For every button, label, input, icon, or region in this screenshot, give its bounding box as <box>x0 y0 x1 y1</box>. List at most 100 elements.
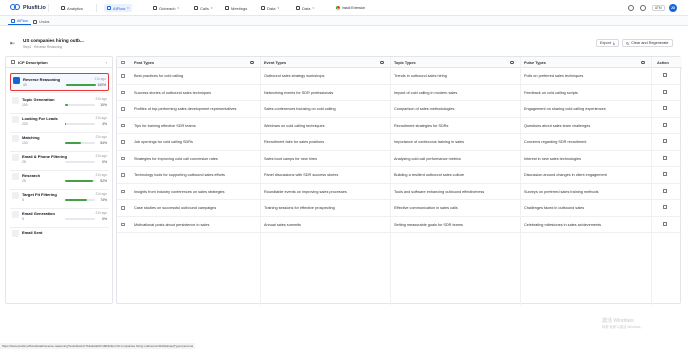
export-button[interactable]: Export ⤓ <box>596 39 619 47</box>
step-name: Email Sent <box>22 230 43 235</box>
progress-fill <box>65 180 93 182</box>
step-icon <box>12 135 19 142</box>
notification-icon[interactable] <box>628 5 634 11</box>
step-count: 220 <box>22 122 28 126</box>
nav-outreach[interactable]: Outreach ▾ <box>150 4 182 12</box>
download-icon: ⤓ <box>612 41 615 45</box>
nav-analytics[interactable]: Analytics <box>58 4 86 12</box>
step-item[interactable]: Target Fit Filtering 5 21h ago 74% <box>10 189 109 207</box>
table-cell: Profiles of top-performing sales develop… <box>134 107 237 111</box>
avatar[interactable]: JO <box>669 4 677 12</box>
row-action-icon[interactable] <box>663 89 667 94</box>
step-item[interactable]: Topic Generation 100 21h ago 10% <box>10 94 109 112</box>
row-action-icon[interactable] <box>663 122 667 127</box>
tab-undos[interactable]: Undos <box>30 18 52 25</box>
step-percent: 54% <box>100 141 107 145</box>
table-row[interactable]: Motivational posts about persistence in … <box>117 217 682 233</box>
step-item[interactable]: Email Sent <box>10 227 109 245</box>
nav-data[interactable]: Data ▾ <box>258 4 282 12</box>
document-icon <box>11 60 15 64</box>
row-checkbox[interactable] <box>121 107 125 111</box>
row-action-icon[interactable] <box>663 188 667 193</box>
back-arrow-icon[interactable]: ⇤ <box>10 40 15 47</box>
step-name: Matching <box>22 135 40 140</box>
table-row[interactable]: Success stories of outbound sales techni… <box>117 85 682 101</box>
step-name: Email Generation <box>22 211 55 216</box>
search-icon[interactable] <box>380 60 384 65</box>
select-all-checkbox[interactable] <box>121 60 125 65</box>
table-cell: Tips for training effective SDR teams <box>134 123 196 128</box>
table-row[interactable]: Strategies for improving cold call conve… <box>117 151 682 167</box>
step-list-panel: ICP Description ‹ Reverse Reasoning 40 21h… <box>5 56 113 304</box>
row-action-icon[interactable] <box>663 172 667 176</box>
row-action-icon[interactable] <box>663 221 667 226</box>
step-percent: 0% <box>102 217 107 221</box>
table-row[interactable]: Job openings for cold calling SDRs Recrui… <box>117 134 682 151</box>
logo-icon <box>10 4 20 11</box>
row-action-icon[interactable] <box>663 205 667 209</box>
table-row[interactable]: Case studies on successful outbound camp… <box>117 200 682 217</box>
row-checkbox[interactable] <box>121 90 125 95</box>
step-name: Email & Phone Filtering <box>22 154 67 159</box>
step-icon <box>12 97 19 104</box>
tab-aiflow[interactable]: AIFlow <box>8 18 31 25</box>
top-nav: Plusfit.io Analytics AIFlow ▾ Outreach ▾ C… <box>0 0 688 16</box>
page-title: US companies hiring outb... <box>23 38 84 43</box>
table-cell: Sales conferences focusing on cold calli… <box>264 107 336 111</box>
icp-description-header[interactable]: ICP Description ‹ <box>6 57 112 68</box>
step-name: Reverse Reasoning <box>23 77 61 82</box>
step-icon <box>12 211 19 218</box>
row-checkbox[interactable] <box>121 156 125 161</box>
search-icon[interactable] <box>641 60 645 65</box>
install-extension-button[interactable]: Install Extension <box>336 5 365 11</box>
table-cell: Feedback on cold calling scripts <box>524 90 578 95</box>
table-cell: Building a resilient outbound sales cult… <box>394 173 465 177</box>
row-checkbox[interactable] <box>121 123 125 128</box>
row-checkbox[interactable] <box>121 189 125 194</box>
step-item[interactable]: Research 25 21h ago 92% <box>10 170 109 188</box>
windows-watermark: 激活 Windows 转到“设置”以激活 Windows。 <box>602 318 644 329</box>
table-row[interactable]: Technology tools for supporting outbound… <box>117 167 682 184</box>
settings-icon[interactable] <box>640 5 646 11</box>
row-checkbox[interactable] <box>121 222 125 227</box>
table-cell: Engagement on sharing cold calling exper… <box>524 107 606 111</box>
row-checkbox[interactable] <box>121 173 125 177</box>
sub-tab-bar: AIFlow Undos <box>0 16 688 26</box>
table-cell: Motivational posts about persistence in … <box>134 222 210 227</box>
row-checkbox[interactable] <box>121 206 125 210</box>
table-cell: Technology tools for supporting outbound… <box>134 173 225 177</box>
nav-aiflow[interactable]: AIFlow ▾ <box>104 4 132 12</box>
brand-logo[interactable]: Plusfit.io <box>10 4 46 11</box>
row-action-icon[interactable] <box>663 139 667 143</box>
nav-meetings[interactable]: Meetings <box>222 4 250 12</box>
step-item[interactable]: Looking For Leads 220 21h ago 4% <box>10 113 109 131</box>
table-cell: Roundtable events on improving sales pro… <box>264 189 347 194</box>
table-cell: Outbound sales strategy workshops <box>264 74 325 78</box>
table-cell: Training sessions for effective prospect… <box>264 206 335 210</box>
table-row[interactable]: Profiles of top-performing sales develop… <box>117 101 682 118</box>
search-icon[interactable] <box>250 60 254 65</box>
clear-regenerate-button[interactable]: ↻ Clear and Regenerate <box>622 39 673 47</box>
row-checkbox[interactable] <box>121 140 125 144</box>
row-checkbox[interactable] <box>121 74 125 78</box>
collapse-icon[interactable]: ‹ <box>106 60 107 65</box>
progress-fill <box>65 142 82 144</box>
account-badge[interactable]: ATM <box>652 5 665 11</box>
brand-name: Plusfit.io <box>23 4 46 11</box>
step-item[interactable]: Matching 103 21h ago 54% <box>10 132 109 150</box>
step-item[interactable]: Reverse Reasoning 40 21h ago 100% <box>10 73 109 91</box>
table-cell: Concerns regarding SDR recruitment <box>524 140 587 144</box>
search-icon[interactable] <box>510 60 514 65</box>
table-row[interactable]: Insights from industry conferences on sa… <box>117 184 682 200</box>
table-cell: Tools and software enhancing outbound ef… <box>394 189 485 194</box>
row-action-icon[interactable] <box>663 73 667 77</box>
table-row[interactable]: Best practices for cold calling Outbound … <box>117 68 682 85</box>
step-item[interactable]: Email & Phone Filtering 25 21h ago 0% <box>10 151 109 169</box>
nav-calls[interactable]: Calls ▾ <box>191 4 215 12</box>
row-action-icon[interactable] <box>663 106 667 110</box>
table-row[interactable]: Tips for training effective SDR teams Web… <box>117 118 682 134</box>
row-action-icon[interactable] <box>663 155 667 160</box>
nav-data-2[interactable]: Data ▾ <box>293 4 317 12</box>
step-percent: 10% <box>100 103 107 107</box>
step-item[interactable]: Email Generation 5 21h ago 0% <box>10 208 109 226</box>
